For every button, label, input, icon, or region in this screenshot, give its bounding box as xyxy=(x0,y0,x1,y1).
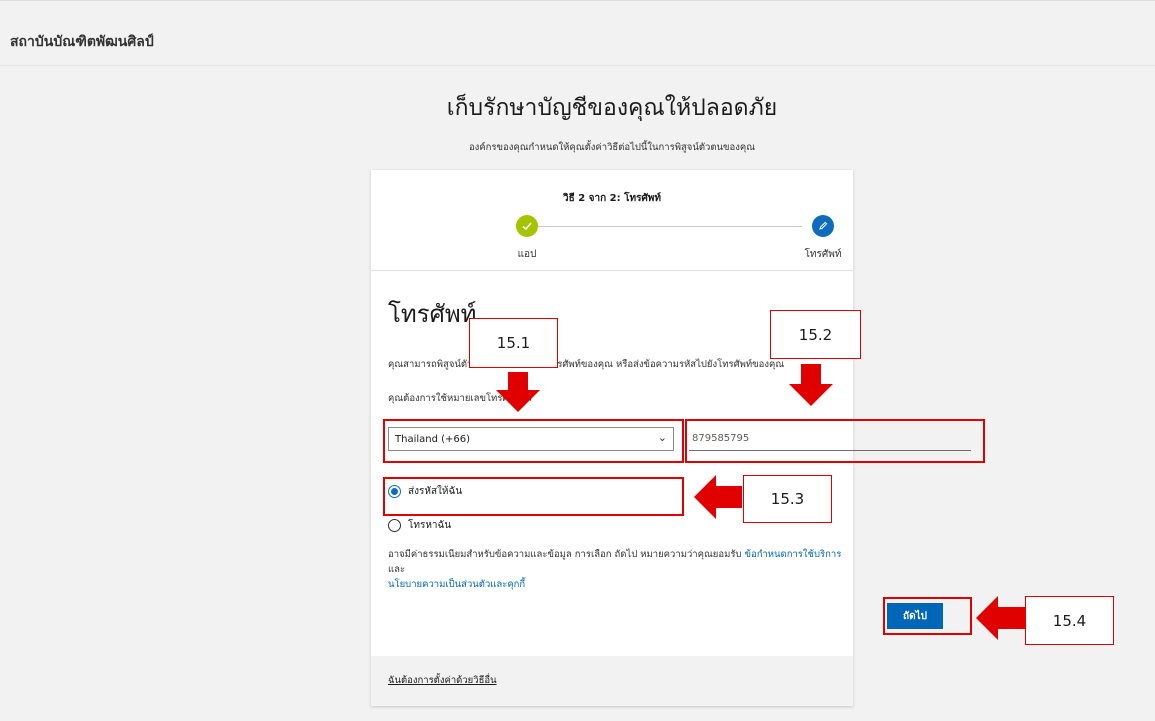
callout-15-1: 15.1 xyxy=(469,318,558,368)
organization-name: สถาบันบัณฑิตพัฒนศิลป์ xyxy=(10,34,154,50)
arrow-down-icon xyxy=(789,364,833,406)
highlight-country-select xyxy=(383,419,684,463)
callout-15-2: 15.2 xyxy=(770,310,861,359)
top-bar: สถาบันบัณฑิตพัฒนศิลป์ xyxy=(0,0,1155,66)
arrow-down-icon xyxy=(496,372,540,412)
radio-unselected-icon[interactable] xyxy=(388,519,401,532)
callout-15-4: 15.4 xyxy=(1025,596,1114,645)
highlight-phone-input xyxy=(685,419,985,463)
arrow-left-icon xyxy=(976,596,1025,640)
highlight-text-code-option xyxy=(383,477,684,516)
card-footer: ฉันต้องการตั้งค่าด้วยวิธีอื่น xyxy=(371,656,853,706)
step-progress: วิธี 2 จาก 2: โทรศัพท์ แอป โทรศัพท์ xyxy=(371,170,853,271)
callout-15-3: 15.3 xyxy=(743,475,832,523)
legal-text: อาจมีค่าธรรมเนียมสำหรับข้อความและข้อมูล … xyxy=(388,549,742,560)
option-call-me[interactable]: โทรหาฉัน xyxy=(388,518,451,533)
page-subtitle: องค์กรของคุณกำหนดให้คุณตั้งค่าวิธีต่อไปน… xyxy=(468,142,756,153)
step-label-app: แอป xyxy=(517,249,537,260)
privacy-link[interactable]: นโยบายความเป็นส่วนตัวและคุกกี้ xyxy=(388,579,525,590)
legal-and: และ xyxy=(388,564,406,575)
alternate-method-link[interactable]: ฉันต้องการตั้งค่าด้วยวิธีอื่น xyxy=(388,673,497,688)
phone-description: คุณสามารถพิสูจน์ตัวตนโดยการรับสายโทรศัพท… xyxy=(388,359,785,370)
step-connector xyxy=(528,226,802,227)
step-title: วิธี 2 จาก 2: โทรศัพท์ xyxy=(563,193,661,204)
step-label-phone: โทรศัพท์ xyxy=(804,249,842,260)
option-call-me-label: โทรหาฉัน xyxy=(408,520,452,531)
highlight-next-button xyxy=(883,597,972,635)
pencil-icon xyxy=(812,215,834,237)
legal-notice: อาจมีค่าธรรมเนียมสำหรับข้อความและข้อมูล … xyxy=(388,547,848,592)
terms-link[interactable]: ข้อกำหนดการใช้บริการ xyxy=(745,549,842,560)
page-title: เก็บรักษาบัญชีของคุณให้ปลอดภัย xyxy=(446,95,778,121)
section-title: โทรศัพท์ xyxy=(388,300,477,328)
arrow-left-icon xyxy=(694,475,742,519)
checkmark-icon xyxy=(516,215,538,237)
